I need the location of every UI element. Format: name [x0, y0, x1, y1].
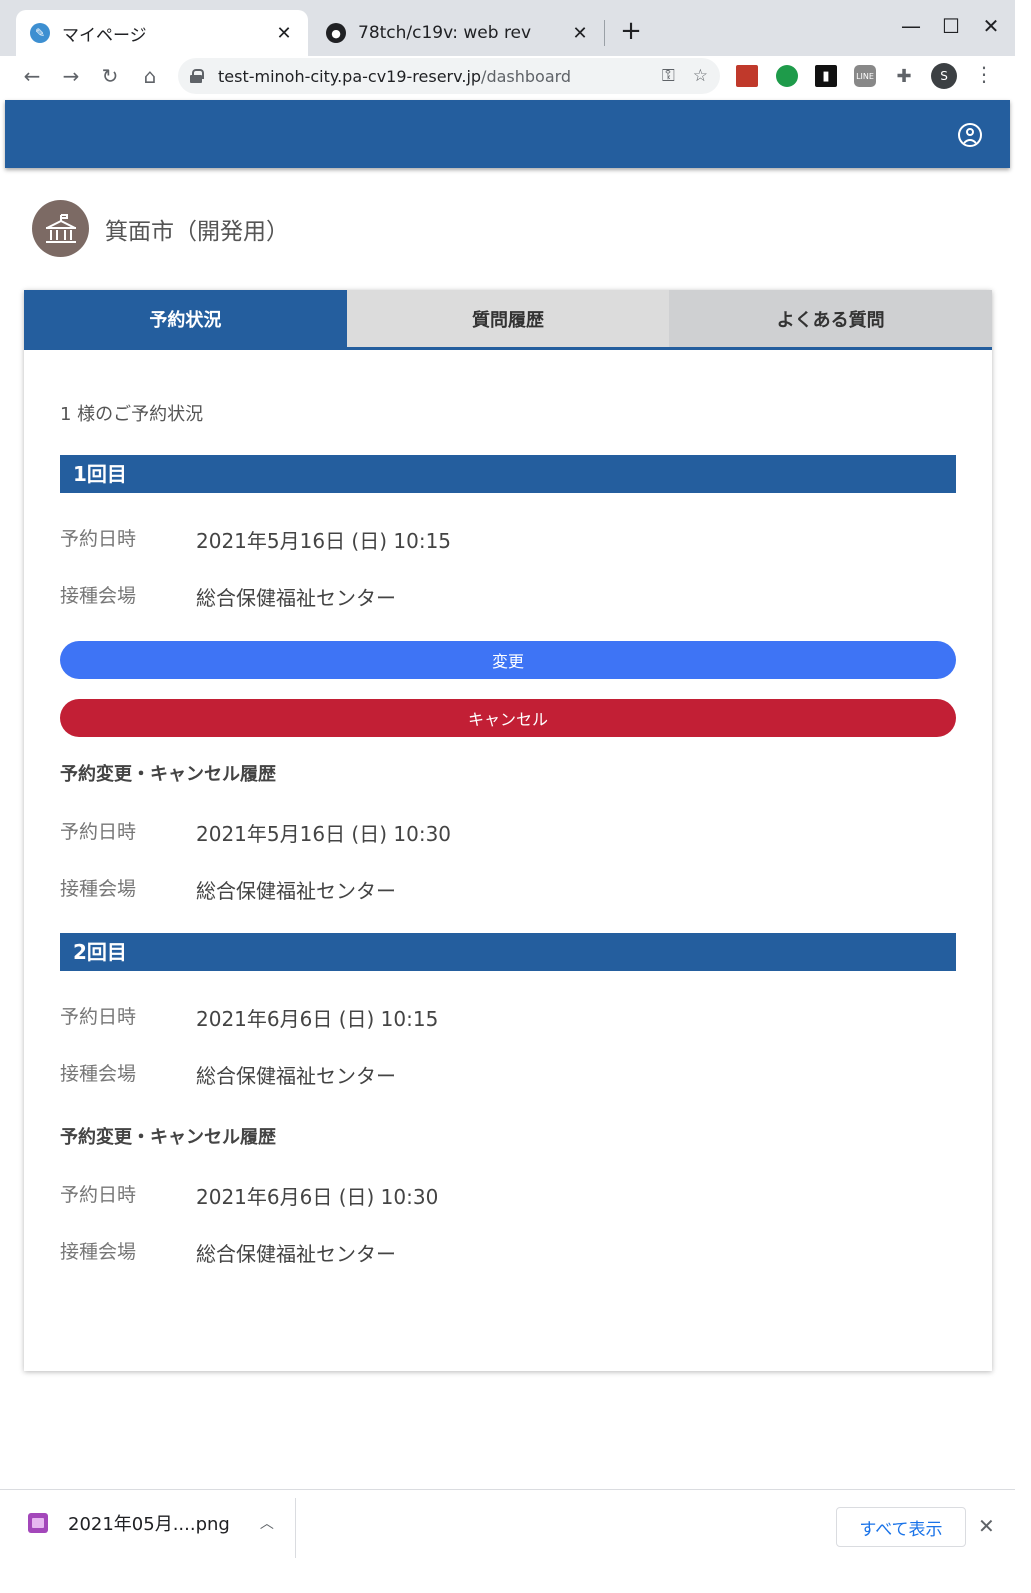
organization: 箕面市（開発用） — [32, 200, 289, 257]
tab-title: 78tch/c19v: web rev — [358, 23, 532, 43]
date-label: 予約日時 — [60, 1184, 137, 1206]
cancel-button[interactable]: キャンセル — [60, 699, 956, 737]
extension-green-icon[interactable] — [776, 65, 798, 87]
github-icon: ● — [326, 23, 346, 43]
browser-tabstrip: ✎ マイページ ✕ ● 78tch/c19v: web rev ✕ + — ☐ … — [0, 0, 1015, 56]
tab-reservation-status[interactable]: 予約状況 — [24, 290, 347, 347]
dose-2-history-venue: 総合保健福祉センター — [196, 1242, 396, 1266]
venue-label: 接種会場 — [60, 1063, 137, 1085]
key-icon[interactable]: ⚿ — [662, 66, 675, 86]
url-host: test-minoh-city.pa-cv19-reserv.jp — [218, 66, 482, 86]
profile-avatar[interactable]: S — [931, 63, 957, 89]
extension-red-icon[interactable] — [736, 65, 758, 87]
reload-icon[interactable]: ↻ — [96, 62, 124, 90]
dose-1-history-title: 予約変更・キャンセル履歴 — [60, 764, 276, 785]
close-tab-icon[interactable]: ✕ — [570, 23, 590, 44]
close-window-icon[interactable]: ✕ — [978, 14, 1004, 38]
date-label: 予約日時 — [60, 528, 137, 550]
divider — [295, 1498, 296, 1558]
dose-2-date: 2021年6月6日 (日) 10:15 — [196, 1007, 439, 1031]
venue-label: 接種会場 — [60, 1241, 137, 1263]
tab-title: マイページ — [62, 25, 147, 46]
image-file-icon — [28, 1513, 48, 1533]
organization-name: 箕面市（開発用） — [105, 218, 289, 245]
browser-tab-github[interactable]: ● 78tch/c19v: web rev ✕ — [312, 10, 604, 56]
download-item[interactable]: 2021年05月....png ︿ — [28, 1510, 274, 1536]
tab-question-history[interactable]: 質問履歴 — [346, 290, 670, 347]
forward-arrow-icon[interactable]: → — [57, 62, 85, 90]
star-icon[interactable]: ☆ — [693, 66, 708, 86]
extension-bookmark-icon[interactable]: ▮ — [815, 65, 837, 87]
tab-faq[interactable]: よくある質問 — [669, 290, 993, 347]
greeting-text: 1 様のご予約状況 — [60, 404, 204, 425]
dose-2-venue: 総合保健福祉センター — [196, 1064, 396, 1088]
chevron-up-icon[interactable]: ︿ — [260, 1513, 274, 1533]
tab-separator — [604, 20, 605, 46]
main-card: 予約状況 質問履歴 よくある質問 1 様のご予約状況 1回目 予約日時 2021… — [24, 290, 993, 1371]
page-tabs: 予約状況 質問履歴 よくある質問 — [24, 290, 993, 350]
venue-label: 接種会場 — [60, 878, 137, 900]
close-tab-icon[interactable]: ✕ — [274, 23, 294, 44]
venue-label: 接種会場 — [60, 585, 137, 607]
download-filename: 2021年05月....png — [68, 1514, 230, 1535]
date-label: 予約日時 — [60, 1006, 137, 1028]
dose-2-history-title: 予約変更・キャンセル履歴 — [60, 1127, 276, 1148]
minimize-icon[interactable]: — — [898, 14, 924, 38]
more-menu-icon[interactable]: ⋮ — [974, 62, 994, 86]
download-shelf: 2021年05月....png ︿ すべて表示 ✕ — [0, 1489, 1015, 1568]
lock-icon[interactable] — [190, 69, 204, 83]
dose-1-history-date: 2021年5月16日 (日) 10:30 — [196, 822, 452, 846]
address-bar[interactable]: test-minoh-city.pa-cv19-reserv.jp/dashbo… — [178, 58, 720, 94]
back-arrow-icon[interactable]: ← — [18, 62, 46, 90]
close-icon[interactable]: ✕ — [978, 1514, 995, 1538]
new-tab-button[interactable]: + — [618, 16, 644, 46]
browser-tab-mypage[interactable]: ✎ マイページ ✕ — [16, 10, 308, 56]
extensions-puzzle-icon[interactable]: ✚ — [893, 65, 915, 87]
extension-line-icon[interactable]: LINE — [854, 65, 876, 87]
show-all-button[interactable]: すべて表示 — [836, 1507, 966, 1547]
app-header — [5, 100, 1010, 168]
dose-1-header: 1回目 — [60, 455, 956, 493]
change-button[interactable]: 変更 — [60, 641, 956, 679]
dose-1-history-venue: 総合保健福祉センター — [196, 879, 396, 903]
city-hall-icon — [32, 200, 89, 257]
dose-2-history-date: 2021年6月6日 (日) 10:30 — [196, 1185, 439, 1209]
pen-icon: ✎ — [30, 23, 50, 43]
url-path: /dashboard — [481, 66, 572, 86]
account-circle-icon[interactable] — [958, 123, 982, 147]
browser-toolbar: ← → ↻ ⌂ test-minoh-city.pa-cv19-reserv.j… — [0, 56, 1015, 100]
dose-1-venue: 総合保健福祉センター — [196, 586, 396, 610]
dose-1-date: 2021年5月16日 (日) 10:15 — [196, 529, 452, 553]
dose-2-header: 2回目 — [60, 933, 956, 971]
home-icon[interactable]: ⌂ — [136, 62, 164, 90]
date-label: 予約日時 — [60, 821, 137, 843]
maximize-icon[interactable]: ☐ — [938, 14, 964, 38]
